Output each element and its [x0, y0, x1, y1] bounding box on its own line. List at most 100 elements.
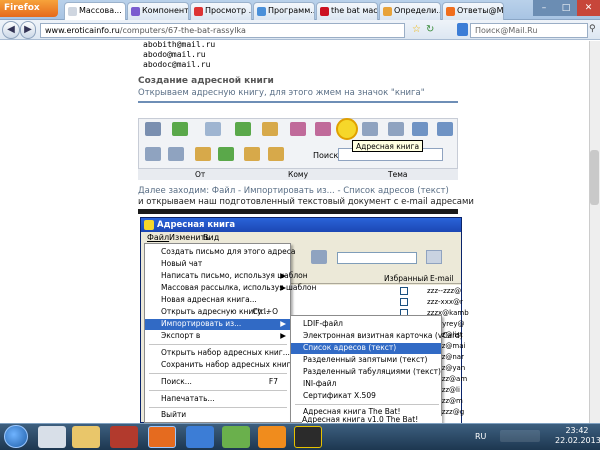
tab-7[interactable]: Ответы@M...: [442, 2, 504, 20]
favorite-checkbox[interactable]: [400, 298, 408, 306]
tab-3[interactable]: Просмотр ...: [190, 2, 252, 20]
import-thebat-v1[interactable]: Адресная книга v1.0 The Bat!: [302, 416, 442, 423]
app-icon[interactable]: [222, 426, 250, 448]
menu-item-write-template[interactable]: Написать письмо, используя шаблон ▶: [145, 271, 308, 282]
tab-label: the bat мас...: [331, 6, 378, 15]
menu-item-label: Создать письмо для этого адреса: [161, 247, 296, 256]
menu-view[interactable]: Вид: [203, 233, 219, 242]
search-input[interactable]: Поиск@Mail.Ru: [470, 23, 588, 38]
folder-new-icon: [195, 147, 211, 161]
firefox-icon[interactable]: [148, 426, 176, 448]
tab-1[interactable]: Массова...: [64, 2, 126, 20]
tab-favicon-icon: [446, 7, 455, 16]
reload-icon[interactable]: ↻: [426, 24, 434, 35]
ie-icon[interactable]: [38, 426, 66, 448]
page-scrollbar[interactable]: [589, 41, 600, 423]
tab-6[interactable]: Определи...: [379, 2, 441, 20]
col-from: От: [195, 170, 206, 179]
import-address-list-text[interactable]: Список адресов (текст): [291, 343, 441, 354]
maximize-button[interactable]: □: [555, 0, 577, 16]
menu-separator: [149, 390, 287, 391]
forward-button[interactable]: ▶: [20, 21, 36, 39]
media-icon[interactable]: [110, 426, 138, 448]
menu-item-label: Экспорт в: [161, 331, 201, 340]
import-comma-separated[interactable]: Разделенный запятыми (текст): [291, 355, 441, 366]
menu-item-label: Новая адресная книга...: [161, 295, 257, 304]
menu-separator: [295, 404, 439, 405]
url-domain: www.eroticainfo.ru: [45, 26, 120, 35]
contact-row[interactable]: zzz--zzz@: [400, 286, 461, 297]
contact-email: zzz-xxx@r: [427, 298, 463, 306]
explorer-icon[interactable]: [72, 426, 100, 448]
menu-item-exit[interactable]: Выйти: [145, 410, 290, 421]
menu-item-new-book[interactable]: Новая адресная книга...: [145, 295, 290, 306]
import-ldif[interactable]: LDIF-файл: [291, 319, 441, 330]
tray-icons[interactable]: [500, 430, 540, 442]
bookmark-star-icon[interactable]: ☆: [412, 24, 421, 35]
toolbar-icon[interactable]: [426, 250, 442, 264]
menu-item-new-letter[interactable]: Создать письмо для этого адреса: [145, 247, 295, 258]
menu-item-export[interactable]: Экспорт в ▶: [145, 331, 290, 342]
import-vcard[interactable]: Электронная визитная карточка (vCard): [291, 331, 463, 342]
back-button[interactable]: ◀: [2, 21, 20, 39]
address-book-icon: [144, 220, 154, 230]
folder-add-icon: [218, 147, 234, 161]
section-subtitle: Открываем адресную книгу, для этого жмем…: [138, 88, 425, 98]
refresh-icon: [168, 147, 184, 161]
menu-file[interactable]: Файл: [147, 233, 169, 242]
close-button[interactable]: ✕: [577, 0, 600, 16]
col-email[interactable]: E-mail: [430, 274, 454, 283]
menu-separator: [149, 373, 287, 374]
contact-row[interactable]: zzz-xxx@r: [400, 297, 463, 308]
email-line: abodoc@mail.ru: [143, 60, 211, 69]
favorite-checkbox[interactable]: [400, 287, 408, 295]
scrollbar-thumb[interactable]: [590, 150, 599, 205]
menu-item-open-book[interactable]: Открыть адресную книгу... Ctrl+O: [145, 307, 290, 318]
menu-item-label: Сохранить набор адресных книг...: [161, 360, 298, 369]
email-line: abobith@mail.ru: [143, 40, 216, 49]
search-engine-icon[interactable]: [457, 23, 468, 36]
menu-item-new-chat[interactable]: Новый чат: [145, 259, 290, 270]
divider: [138, 209, 458, 214]
tab-5[interactable]: the bat мас...: [316, 2, 378, 20]
tab-favicon-icon: [257, 7, 266, 16]
clock[interactable]: 23:42 22.02.2013: [555, 426, 600, 448]
menu-item-import[interactable]: Импортировать из... ▶: [145, 319, 290, 330]
menu-item-print[interactable]: Напечатать...: [145, 394, 290, 405]
tab-favicon-icon: [131, 7, 140, 16]
menu-item-open-set[interactable]: Открыть набор адресных книг...: [145, 348, 290, 359]
menu-separator: [149, 344, 287, 345]
language-indicator[interactable]: RU: [475, 432, 486, 441]
delete-icon: [315, 122, 331, 136]
tab-2[interactable]: Компонент...: [127, 2, 189, 20]
ab-search-input[interactable]: [337, 252, 417, 264]
toolbar-icon[interactable]: [311, 250, 327, 264]
search-icon[interactable]: ⚲: [589, 24, 596, 34]
menu-item-label: Новый чат: [161, 259, 203, 268]
firefox-menu-button[interactable]: Firefox: [0, 0, 58, 17]
tooltip: Адресная книга: [352, 140, 424, 152]
thebat-icon[interactable]: [294, 426, 322, 448]
mail-agent-icon[interactable]: [186, 426, 214, 448]
tab-4[interactable]: Программ...: [253, 2, 315, 20]
menu-item-mass-mailing[interactable]: Массовая рассылка, используя шаблон ▶: [145, 283, 316, 294]
menu-item-save-set[interactable]: Сохранить набор адресных книг...: [145, 360, 298, 371]
minimize-button[interactable]: –: [533, 0, 555, 16]
import-tab-separated[interactable]: Разделенный табуляциями (текст): [291, 367, 441, 378]
menu-item-label: Напечатать...: [161, 394, 215, 403]
section-heading: Создание адресной книги: [138, 76, 274, 86]
clock-time: 23:42: [565, 426, 589, 435]
col-subject: Тема: [388, 170, 408, 179]
tab-label: Определи...: [394, 6, 441, 15]
col-favorite[interactable]: Избранный: [384, 274, 428, 283]
submenu-arrow-icon: ▶: [280, 319, 286, 328]
divider: [138, 101, 458, 103]
start-button[interactable]: [4, 425, 28, 448]
url-bar[interactable]: www.eroticainfo.ru/computers/67-the-bat-…: [40, 23, 405, 38]
odnoklassniki-icon[interactable]: [258, 426, 286, 448]
import-x509[interactable]: Сертификат X.509: [291, 391, 441, 402]
shortcut: Ctrl+O: [252, 307, 278, 316]
import-ini[interactable]: INI-файл: [291, 379, 441, 390]
menu-item-search[interactable]: Поиск... F7: [145, 377, 290, 388]
search-mail-icon: [362, 122, 378, 136]
